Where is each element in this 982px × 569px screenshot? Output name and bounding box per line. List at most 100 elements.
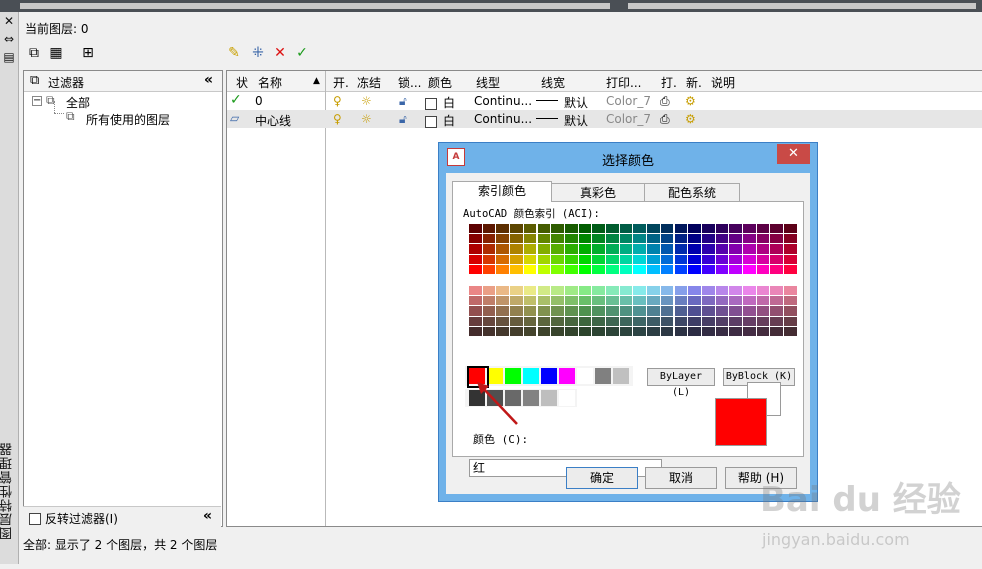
aci-swatch[interactable] xyxy=(537,234,551,244)
aci-swatch[interactable] xyxy=(701,316,715,326)
aci-swatch[interactable] xyxy=(469,296,482,306)
aci-swatch[interactable] xyxy=(784,254,797,264)
sun-icon[interactable]: ☼ xyxy=(361,94,372,108)
aci-swatch[interactable] xyxy=(633,224,647,234)
aci-swatch[interactable] xyxy=(770,244,784,254)
aci-swatch[interactable] xyxy=(564,286,578,296)
aci-swatch[interactable] xyxy=(469,306,482,316)
aci-swatch[interactable] xyxy=(701,254,715,264)
aci-swatch[interactable] xyxy=(784,224,797,234)
gray-shade-swatch[interactable] xyxy=(559,390,575,406)
aci-swatch[interactable] xyxy=(688,224,701,234)
aci-swatch[interactable] xyxy=(784,244,797,254)
aci-swatch[interactable] xyxy=(729,264,742,274)
aci-swatch[interactable] xyxy=(770,254,784,264)
gray-shade-swatch[interactable] xyxy=(523,390,539,406)
aci-swatch[interactable] xyxy=(729,306,742,316)
aci-swatch[interactable] xyxy=(537,316,551,326)
aci-swatch[interactable] xyxy=(592,254,605,264)
aci-swatch[interactable] xyxy=(592,234,605,244)
aci-swatch[interactable] xyxy=(674,296,688,306)
aci-swatch[interactable] xyxy=(715,296,729,306)
aci-swatch[interactable] xyxy=(770,286,784,296)
layer-row[interactable]: ▱ 中心线 ♀ ☼ 🔓︎ 白 Continu... 默认 Color_7 ⎙ ⚙ xyxy=(227,110,982,128)
aci-swatch[interactable] xyxy=(469,254,482,264)
layer-linetype[interactable]: Continu... xyxy=(474,112,532,126)
aci-swatch[interactable] xyxy=(523,326,537,336)
aci-swatch[interactable] xyxy=(551,254,564,264)
aci-swatch[interactable] xyxy=(523,224,537,234)
aci-swatch[interactable] xyxy=(496,316,510,326)
aci-swatch[interactable] xyxy=(756,286,770,296)
aci-swatch[interactable] xyxy=(784,286,797,296)
aci-swatch[interactable] xyxy=(688,234,701,244)
aci-swatch[interactable] xyxy=(496,306,510,316)
aci-swatch[interactable] xyxy=(510,254,523,264)
aci-swatch[interactable] xyxy=(701,306,715,316)
aci-swatch[interactable] xyxy=(510,316,523,326)
col-linetype[interactable]: 线型 xyxy=(476,74,500,91)
aci-swatch[interactable] xyxy=(606,306,619,316)
aci-swatch[interactable] xyxy=(551,234,564,244)
aci-swatch[interactable] xyxy=(482,306,496,316)
aci-swatch[interactable] xyxy=(784,264,797,274)
new-group-filter-icon[interactable]: ▦ xyxy=(47,44,65,62)
standard-color-swatch[interactable] xyxy=(523,368,539,384)
aci-swatch[interactable] xyxy=(743,254,756,264)
delete-layer-icon[interactable]: ✕ xyxy=(271,44,289,62)
standard-color-swatch[interactable] xyxy=(595,368,611,384)
aci-swatch[interactable] xyxy=(784,306,797,316)
aci-swatch[interactable] xyxy=(770,316,784,326)
aci-swatch[interactable] xyxy=(578,244,592,254)
aci-swatch[interactable] xyxy=(496,244,510,254)
aci-swatch[interactable] xyxy=(743,316,756,326)
aci-swatch[interactable] xyxy=(619,286,633,296)
layer-linetype[interactable]: Continu... xyxy=(474,94,532,108)
unlock-icon[interactable]: 🔓︎ xyxy=(399,94,407,109)
aci-swatch[interactable] xyxy=(647,264,660,274)
aci-swatch[interactable] xyxy=(660,264,674,274)
col-color[interactable]: 颜色 xyxy=(428,74,452,91)
aci-swatch[interactable] xyxy=(743,224,756,234)
aci-swatch[interactable] xyxy=(592,316,605,326)
lightbulb-icon[interactable]: ♀ xyxy=(333,94,342,108)
sun-icon[interactable]: ☼ xyxy=(361,112,372,126)
aci-swatch[interactable] xyxy=(770,224,784,234)
dialog-close-button[interactable]: ✕ xyxy=(777,144,810,164)
new-vp-freeze-icon[interactable]: ⚙ xyxy=(685,112,696,126)
aci-swatch[interactable] xyxy=(660,234,674,244)
new-vp-freeze-icon[interactable]: ⚙ xyxy=(685,94,696,108)
tree-collapse-icon[interactable]: − xyxy=(32,96,42,106)
aci-swatch[interactable] xyxy=(660,286,674,296)
aci-swatch[interactable] xyxy=(510,234,523,244)
aci-swatch[interactable] xyxy=(688,306,701,316)
aci-swatch[interactable] xyxy=(578,326,592,336)
aci-swatch[interactable] xyxy=(564,296,578,306)
aci-swatch[interactable] xyxy=(482,326,496,336)
aci-swatch[interactable] xyxy=(469,286,482,296)
lightbulb-icon[interactable]: ♀ xyxy=(333,112,342,126)
layer-name[interactable]: 0 xyxy=(255,94,263,108)
aci-swatch[interactable] xyxy=(523,316,537,326)
aci-swatch[interactable] xyxy=(660,244,674,254)
close-icon[interactable]: ✕ xyxy=(2,14,16,28)
aci-swatch[interactable] xyxy=(743,286,756,296)
set-current-icon[interactable]: ✓ xyxy=(293,44,311,62)
aci-swatch[interactable] xyxy=(510,326,523,336)
aci-swatch[interactable] xyxy=(660,316,674,326)
aci-swatch[interactable] xyxy=(469,224,482,234)
aci-swatch[interactable] xyxy=(496,296,510,306)
aci-swatch[interactable] xyxy=(510,244,523,254)
col-lock[interactable]: 锁... xyxy=(398,74,421,91)
aci-swatch[interactable] xyxy=(564,326,578,336)
aci-swatch[interactable] xyxy=(715,326,729,336)
aci-swatch[interactable] xyxy=(606,296,619,306)
aci-swatch[interactable] xyxy=(564,244,578,254)
aci-swatch[interactable] xyxy=(688,286,701,296)
aci-swatch[interactable] xyxy=(674,264,688,274)
aci-swatch[interactable] xyxy=(743,244,756,254)
aci-swatch[interactable] xyxy=(606,286,619,296)
aci-swatch[interactable] xyxy=(756,264,770,274)
collapse-icon[interactable]: « xyxy=(204,72,213,88)
aci-swatch[interactable] xyxy=(633,326,647,336)
